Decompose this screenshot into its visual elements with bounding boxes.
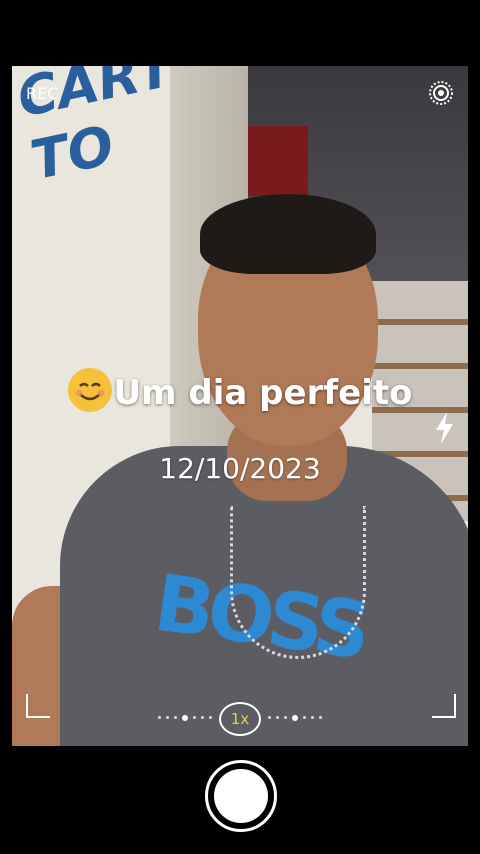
zoom-control[interactable]: 1x xyxy=(150,702,330,736)
caption-overlay: Um dia perfeito xyxy=(0,368,480,413)
zoom-level-button[interactable]: 1x xyxy=(219,702,261,736)
person-hair xyxy=(200,194,376,274)
zoom-scale-left xyxy=(158,715,212,721)
lightning-flash-icon[interactable] xyxy=(432,410,456,446)
shutter-button-inner xyxy=(214,769,268,823)
rec-label[interactable]: REC xyxy=(26,84,58,103)
background-red-panel xyxy=(248,126,308,196)
target-settings-icon[interactable] xyxy=(428,80,454,106)
shutter-button[interactable] xyxy=(205,760,277,832)
caption-text: Um dia perfeito xyxy=(113,373,413,413)
smiling-face-icon xyxy=(67,368,112,412)
zoom-scale-right xyxy=(268,715,322,721)
frame-corner-bottom-left xyxy=(26,694,50,718)
date-stamp: 12/10/2023 xyxy=(159,452,321,485)
frame-corner-bottom-right xyxy=(432,694,456,718)
person-necklace xyxy=(230,506,366,659)
